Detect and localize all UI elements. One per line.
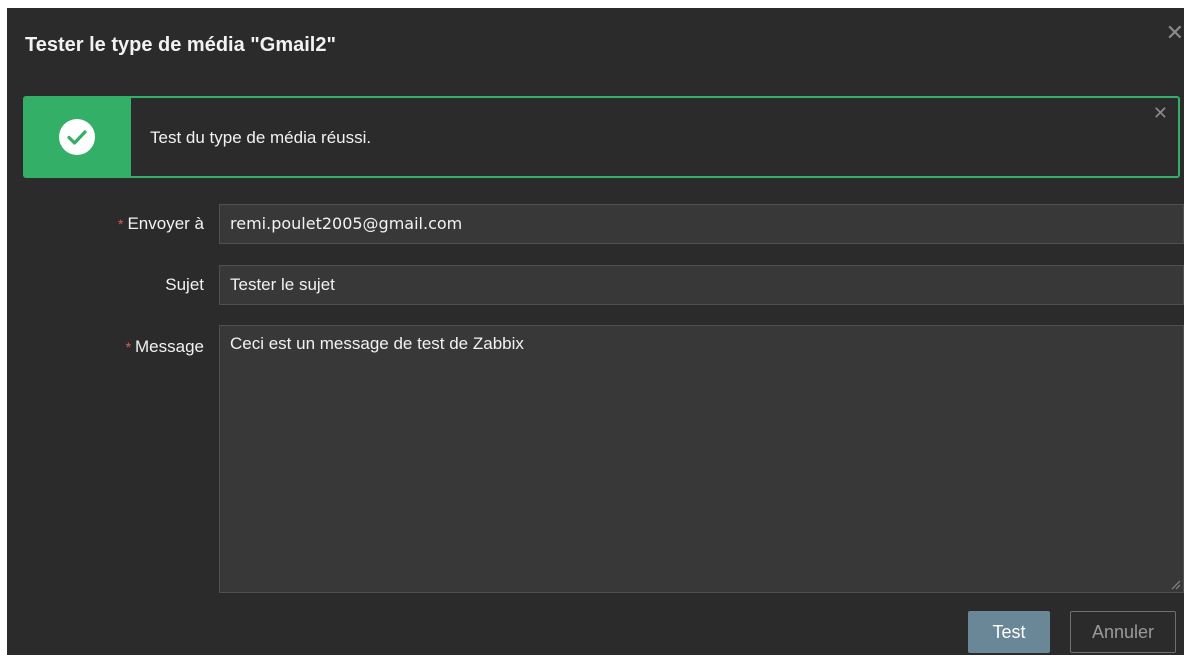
required-mark: *	[118, 216, 124, 232]
subject-label: Sujet	[165, 275, 204, 294]
test-media-type-dialog: Tester le type de média "Gmail2" ✕ Test …	[7, 8, 1184, 655]
success-alert: Test du type de média réussi. ✕	[23, 96, 1180, 178]
close-icon[interactable]: ✕	[1153, 104, 1168, 122]
message-text: Ceci est un message de test de Zabbix	[230, 334, 524, 353]
message-label: * Message	[126, 337, 204, 357]
send-to-label-text: Envoyer à	[127, 214, 204, 233]
subject-input[interactable]: Tester le sujet	[219, 265, 1184, 305]
dialog-title: Tester le type de média "Gmail2"	[25, 34, 336, 56]
close-icon[interactable]: ✕	[1166, 22, 1184, 44]
send-to-label: * Envoyer à	[118, 214, 204, 234]
resize-grip-icon[interactable]	[1169, 578, 1181, 590]
message-label-text: Message	[135, 337, 204, 356]
message-textarea[interactable]: Ceci est un message de test de Zabbix	[219, 325, 1184, 593]
cancel-button[interactable]: Annuler	[1070, 611, 1176, 653]
alert-message: Test du type de média réussi.	[150, 128, 372, 147]
check-circle-icon	[59, 119, 95, 155]
send-to-input[interactable]: remi.poulet2005@gmail.com	[219, 204, 1184, 244]
required-mark: *	[125, 339, 132, 355]
alert-icon-area	[25, 98, 131, 176]
test-button[interactable]: Test	[968, 611, 1050, 653]
